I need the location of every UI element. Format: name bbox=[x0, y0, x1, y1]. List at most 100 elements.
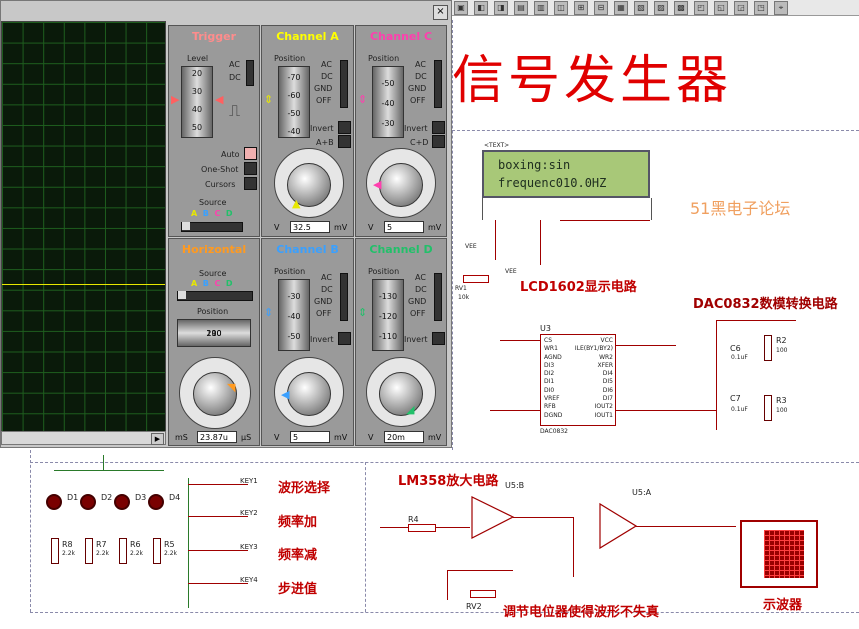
toolbar-icon[interactable]: ⌖ bbox=[774, 0, 788, 15]
scroll-right-icon[interactable]: ▶ bbox=[151, 433, 164, 445]
close-button[interactable]: × bbox=[433, 5, 448, 20]
channel-d-invert-button[interactable] bbox=[432, 332, 445, 345]
horizontal-time-knob[interactable] bbox=[193, 372, 237, 416]
channel-d-volts-knob[interactable] bbox=[379, 372, 423, 416]
toolbar-icon[interactable]: ▦ bbox=[614, 0, 628, 15]
trigger-one-shot-button[interactable] bbox=[244, 162, 257, 175]
channel-c-invert-button[interactable] bbox=[432, 121, 445, 134]
opamp-u5b[interactable] bbox=[470, 495, 515, 540]
channel-a-coupling-switch[interactable] bbox=[340, 60, 348, 108]
trigger-title: Trigger bbox=[191, 30, 237, 43]
horizontal-value-field[interactable]: 23.87u bbox=[197, 431, 237, 443]
horizontal-source-slider[interactable] bbox=[177, 291, 253, 301]
toolbar-icon[interactable]: ◲ bbox=[734, 0, 748, 15]
led-d1-label: D1 bbox=[67, 493, 79, 502]
led-d1[interactable] bbox=[46, 494, 62, 510]
channel-a-title: Channel A bbox=[276, 30, 339, 43]
channel-a-dc-label: DC bbox=[321, 72, 333, 81]
toolbar-icon[interactable]: ▨ bbox=[654, 0, 668, 15]
r4-resistor[interactable] bbox=[408, 524, 436, 532]
dac0832-chip[interactable]: CS WR1 AGND DI3 DI2 DI1 DI0 VREF RFB DGN… bbox=[540, 334, 616, 426]
toolbar-icon[interactable]: ⊟ bbox=[594, 0, 608, 15]
channel-c-volts-knob[interactable] bbox=[379, 163, 423, 207]
resistor-r7[interactable] bbox=[85, 538, 93, 564]
channel-d-value-field[interactable]: 20m bbox=[384, 431, 424, 443]
led-d2[interactable] bbox=[80, 494, 96, 510]
toolbar-icon[interactable]: ◰ bbox=[694, 0, 708, 15]
toolbar-icon[interactable]: ▣ bbox=[454, 0, 468, 15]
channel-a-value-field[interactable]: 32.5 bbox=[290, 221, 330, 233]
channel-a-panel: Channel A Position -70 -60 -50 -40 ⇕ AC … bbox=[261, 25, 354, 237]
toolbar-icon[interactable]: ◧ bbox=[474, 0, 488, 15]
channel-c-coupling-switch[interactable] bbox=[434, 60, 442, 108]
trigger-edge-icon[interactable]: ⎍ bbox=[229, 101, 249, 125]
resistor-r8[interactable] bbox=[51, 538, 59, 564]
led-d4[interactable] bbox=[148, 494, 164, 510]
wire bbox=[490, 410, 540, 411]
channel-d-coupling-switch[interactable] bbox=[434, 273, 442, 321]
led-d3[interactable] bbox=[114, 494, 130, 510]
slider-thumb[interactable] bbox=[178, 291, 186, 299]
toolbar-icon[interactable]: ◫ bbox=[554, 0, 568, 15]
trigger-panel: Trigger Level 20 30 40 50 ▶ ◀ AC DC ⎍ Au… bbox=[168, 25, 260, 237]
trigger-level-scale[interactable]: 20 30 40 50 bbox=[181, 66, 213, 138]
key3-switch[interactable] bbox=[188, 550, 248, 551]
horizontal-panel: Horizontal Source A B C D Position 210 2… bbox=[168, 238, 260, 446]
toolbar-icon[interactable]: ▧ bbox=[634, 0, 648, 15]
wire bbox=[447, 570, 448, 600]
trigger-cursors-button[interactable] bbox=[244, 177, 257, 190]
toolbar-icon[interactable]: ◳ bbox=[754, 0, 768, 15]
amp-section-label: LM358放大电路 bbox=[398, 474, 499, 489]
slider-thumb[interactable] bbox=[182, 222, 190, 230]
channel-b-knob-marker-icon: ◀ bbox=[281, 388, 290, 401]
u3-pins-left: CS WR1 AGND DI3 DI2 DI1 DI0 VREF RFB DGN… bbox=[544, 337, 563, 419]
channel-b-invert-button[interactable] bbox=[338, 332, 351, 345]
opamp-u5a[interactable] bbox=[598, 502, 638, 550]
horizontal-scrollbar[interactable]: ▶ bbox=[1, 431, 166, 445]
lcd-display[interactable]: boxing:sin frequenc010.0HZ bbox=[482, 150, 650, 198]
channel-d-position-scale[interactable]: -130 -120 -110 bbox=[372, 279, 404, 351]
toolbar-icon[interactable]: ▤ bbox=[514, 0, 528, 15]
oscilloscope-window[interactable]: × ▶ Trigger Level 20 30 40 50 ▶ ◀ AC DC … bbox=[0, 0, 452, 448]
channel-c-combine-button[interactable] bbox=[432, 135, 445, 148]
rv2-label: RV2 bbox=[466, 602, 482, 611]
trigger-coupling-switch[interactable] bbox=[246, 60, 254, 86]
channel-a-position-scale[interactable]: -70 -60 -50 -40 bbox=[278, 66, 310, 138]
channel-a-invert-label: Invert bbox=[310, 124, 334, 133]
horizontal-position-scale[interactable]: 210 200 190 bbox=[177, 319, 251, 347]
channel-c-panel: Channel C Position -50 -40 -30 ⇕ AC DC G… bbox=[355, 25, 447, 237]
trigger-auto-label: Auto bbox=[221, 150, 240, 159]
channel-b-value-field[interactable]: 5 bbox=[290, 431, 330, 443]
toolbar-icon[interactable]: ▩ bbox=[674, 0, 688, 15]
channel-b-coupling-switch[interactable] bbox=[340, 273, 348, 321]
toolbar-icon[interactable]: ◨ bbox=[494, 0, 508, 15]
resistor-r7-label: R7 bbox=[96, 540, 107, 549]
channel-c-value-field[interactable]: 5 bbox=[384, 221, 424, 233]
key2-switch[interactable] bbox=[188, 516, 248, 517]
lcd-pins bbox=[482, 198, 652, 220]
toolbar-icon[interactable]: ⊞ bbox=[574, 0, 588, 15]
channel-a-combine-button[interactable] bbox=[338, 135, 351, 148]
rv2-potentiometer[interactable] bbox=[470, 590, 496, 598]
r2-resistor[interactable] bbox=[764, 335, 772, 361]
channel-a-invert-button[interactable] bbox=[338, 121, 351, 134]
toolbar-icon[interactable]: ▥ bbox=[534, 0, 548, 15]
channel-a-combine-label: A+B bbox=[316, 138, 334, 147]
key3-function: 频率减 bbox=[278, 548, 318, 563]
channel-d-invert-label: Invert bbox=[404, 335, 428, 344]
r4-label: R4 bbox=[408, 515, 419, 524]
oscilloscope-component[interactable] bbox=[740, 520, 818, 588]
channel-c-position-scale[interactable]: -50 -40 -30 bbox=[372, 66, 404, 138]
trigger-source-slider[interactable] bbox=[181, 222, 243, 232]
r3-resistor[interactable] bbox=[764, 395, 772, 421]
channel-b-position-scale[interactable]: -30 -40 -50 bbox=[278, 279, 310, 351]
key1-switch[interactable] bbox=[188, 484, 248, 485]
rv1-potentiometer[interactable] bbox=[463, 275, 489, 283]
trigger-auto-button[interactable] bbox=[244, 147, 257, 160]
c6-label: C6 bbox=[730, 344, 741, 353]
channel-b-volts-knob[interactable] bbox=[287, 372, 331, 416]
resistor-r6[interactable] bbox=[119, 538, 127, 564]
key4-switch[interactable] bbox=[188, 583, 248, 584]
resistor-r5[interactable] bbox=[153, 538, 161, 564]
toolbar-icon[interactable]: ◱ bbox=[714, 0, 728, 15]
